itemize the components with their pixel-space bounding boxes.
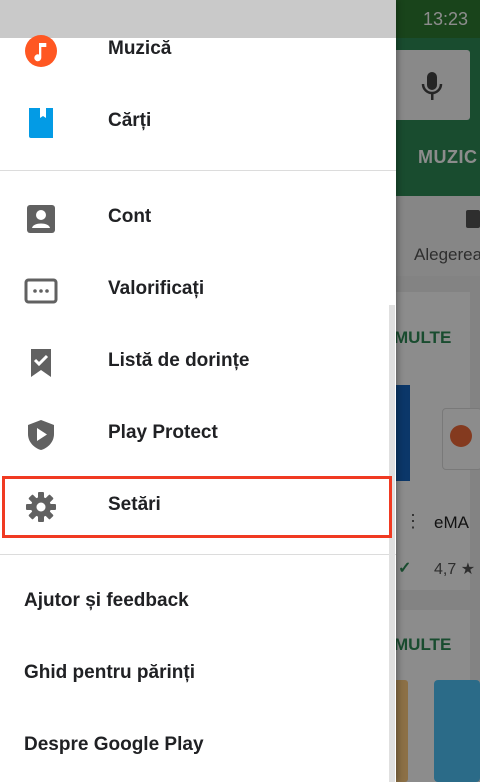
drawer-item-cont[interactable]: Cont <box>0 182 396 254</box>
drawer-item-label: Play Protect <box>108 422 218 443</box>
wishlist-bookmark-icon <box>31 349 51 377</box>
drawer-item-carti[interactable]: Cărți <box>0 86 396 158</box>
book-icon <box>29 108 53 138</box>
navigation-drawer: Muzică Cărți Cont Valorificați Listă de … <box>0 0 396 782</box>
drawer-item-muzica[interactable]: Muzică <box>0 14 396 86</box>
redeem-icon <box>24 278 58 304</box>
account-icon <box>27 205 55 233</box>
gear-icon <box>26 492 56 522</box>
drawer-item-play-protect[interactable]: Play Protect <box>0 398 396 470</box>
drawer-item-despre-google-play[interactable]: Despre Google Play <box>0 710 396 782</box>
drawer-item-label: Setări <box>108 494 161 515</box>
drawer-item-ghid-parinti[interactable]: Ghid pentru părinți <box>0 638 396 710</box>
drawer-item-setari[interactable]: Setări <box>0 470 396 542</box>
drawer-item-label: Ghid pentru părinți <box>24 662 195 683</box>
drawer-item-label: Cont <box>108 206 152 227</box>
drawer-item-ajutor-feedback[interactable]: Ajutor și feedback <box>0 566 396 638</box>
drawer-item-label: Ajutor și feedback <box>24 590 189 611</box>
drawer-item-label: Listă de dorințe <box>108 350 250 371</box>
drawer-item-lista-dorinte[interactable]: Listă de dorințe <box>0 326 396 398</box>
drawer-item-label: Valorificați <box>108 278 205 299</box>
drawer-item-valorificati[interactable]: Valorificați <box>0 254 396 326</box>
drawer-item-label: Cărți <box>108 110 152 131</box>
drawer-item-label: Muzică <box>108 38 172 59</box>
drawer-divider <box>0 554 396 555</box>
drawer-divider <box>0 170 396 171</box>
drawer-item-label: Despre Google Play <box>24 734 204 755</box>
shield-play-icon <box>28 420 54 450</box>
music-icon <box>25 35 57 67</box>
drawer-scrollbar[interactable] <box>389 305 395 782</box>
